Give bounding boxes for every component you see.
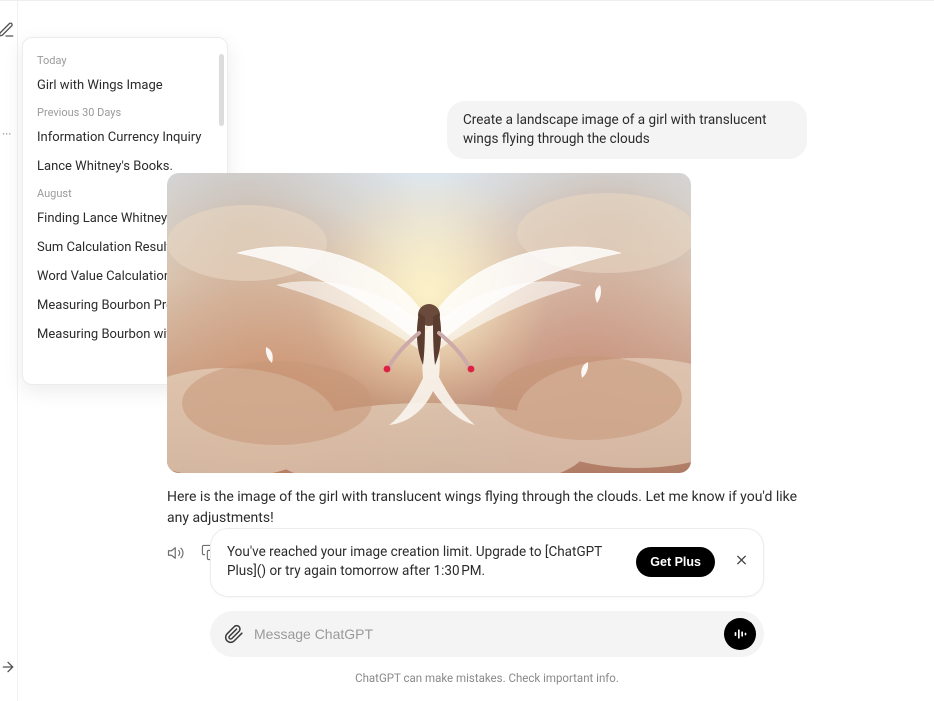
expand-sidebar-icon[interactable] xyxy=(0,659,16,679)
close-icon[interactable] xyxy=(734,553,749,572)
voice-input-button[interactable] xyxy=(724,618,756,650)
compose-icon[interactable] xyxy=(0,21,15,43)
user-message-row: Create a landscape image of a girl with … xyxy=(167,101,807,159)
more-icon[interactable]: ··· xyxy=(2,127,11,141)
composer xyxy=(210,611,764,657)
get-plus-button[interactable]: Get Plus xyxy=(636,547,715,577)
limit-banner: You've reached your image creation limit… xyxy=(210,528,764,597)
attach-icon[interactable] xyxy=(224,624,244,644)
generated-image[interactable] xyxy=(167,173,691,473)
message-input[interactable] xyxy=(254,626,714,642)
left-rail: ··· xyxy=(0,1,18,701)
read-aloud-icon[interactable] xyxy=(167,544,185,562)
footer-disclaimer: ChatGPT can make mistakes. Check importa… xyxy=(355,671,619,685)
user-message-bubble: Create a landscape image of a girl with … xyxy=(447,101,807,159)
assistant-message-text: Here is the image of the girl with trans… xyxy=(167,487,807,530)
conversation-thread: Create a landscape image of a girl with … xyxy=(167,101,807,562)
limit-banner-text: You've reached your image creation limit… xyxy=(227,543,622,582)
main-area: Create a landscape image of a girl with … xyxy=(40,1,934,701)
